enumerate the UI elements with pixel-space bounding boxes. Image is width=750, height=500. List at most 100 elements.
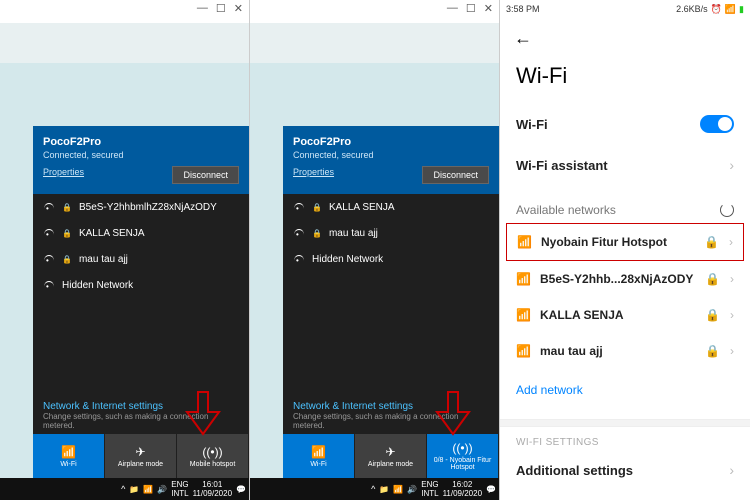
wifi-icon [43,279,55,291]
wifi-icon: 📶 [35,445,102,459]
network-settings-link[interactable]: Network & Internet settings Change setti… [33,397,249,434]
network-item[interactable]: 🔒mau tau ajj [283,220,499,246]
signal-icon: 📶 [725,4,736,15]
network-settings-link[interactable]: Network & Internet settings Change setti… [283,397,499,434]
network-item[interactable]: 🔒KALLA SENJA [283,194,499,220]
lock-icon: 🔒 [705,344,720,358]
chevron-right-icon: › [729,462,734,478]
divider [500,419,750,427]
chevron-right-icon: › [729,235,733,249]
network-row[interactable]: 📶 mau tau ajj 🔒 › [500,333,750,369]
wifi-icon: 📶 [516,272,530,286]
add-network-link[interactable]: Add network [500,369,750,411]
properties-link[interactable]: Properties [43,167,84,177]
language-indicator[interactable]: ENGINTL [421,480,438,498]
wifi-icon [293,227,305,239]
hotspot-tile[interactable]: ((•))0/8 - Nyobain Fitur Hotspot [427,434,499,478]
tray-overflow-icon[interactable]: ^ [371,484,375,494]
wifi-tile[interactable]: 📶Wi-Fi [33,434,105,478]
lock-icon: 🔒 [62,203,72,212]
windows-panel-left: —☐✕ PocoF2Pro Connected, secured Propert… [0,0,250,500]
network-item[interactable]: 🔒B5eS-Y2hhbmlhZ28xNjAzODY [33,194,249,220]
hotspot-icon: ((•)) [429,441,496,455]
taskbar[interactable]: ^ 📁 📶 🔊 ENGINTL 16:0111/09/2020 💬 [0,478,249,500]
wifi-tray-icon[interactable]: 📶 [143,485,153,494]
notification-icon[interactable]: 💬 [486,485,496,494]
lock-icon: 🔒 [705,272,720,286]
wifi-settings-header: WI-FI SETTINGS [500,427,750,450]
network-status: Connected, secured [293,150,489,160]
network-item[interactable]: 🔒mau tau ajj [33,246,249,272]
chevron-right-icon: › [730,344,734,358]
airplane-tile[interactable]: ✈Airplane mode [355,434,427,478]
connected-network[interactable]: PocoF2Pro Connected, secured Properties … [283,126,499,194]
hotspot-tile[interactable]: ((•))Mobile hotspot [177,434,249,478]
lock-icon: 🔒 [312,203,322,212]
hotspot-icon: ((•)) [179,445,246,459]
wifi-assistant-row[interactable]: Wi-Fi assistant › [500,145,750,185]
wifi-toggle[interactable] [700,115,734,133]
wifi-toggle-row[interactable]: Wi-Fi [500,103,750,145]
wifi-icon: 📶 [516,344,530,358]
tray-icon[interactable]: 📁 [129,485,139,494]
battery-icon: ▮ [739,4,744,15]
properties-link[interactable]: Properties [293,167,334,177]
network-flyout: PocoF2Pro Connected, secured Properties … [283,126,499,478]
lock-icon: 🔒 [705,308,720,322]
wifi-icon [293,253,305,265]
status-bar: 3:58 PM 2.6KB/s ⏰ 📶 ▮ [500,0,750,18]
phone-panel: 3:58 PM 2.6KB/s ⏰ 📶 ▮ ← Wi-Fi Wi-Fi Wi-F… [500,0,750,500]
wifi-tray-icon[interactable]: 📶 [393,485,403,494]
additional-settings-row[interactable]: Additional settings › [500,450,750,490]
window-controls: —☐✕ [250,0,499,23]
language-indicator[interactable]: ENGINTL [171,480,188,498]
network-row[interactable]: 📶 KALLA SENJA 🔒 › [500,297,750,333]
lock-icon: 🔒 [704,235,719,249]
status-time: 3:58 PM [506,4,540,14]
clock[interactable]: 16:0211/09/2020 [443,480,482,498]
airplane-icon: ✈ [107,445,174,459]
network-row[interactable]: 📶 B5eS-Y2hhb...28xNjAzODY 🔒 › [500,261,750,297]
network-status: Connected, secured [43,150,239,160]
network-name: PocoF2Pro [43,136,239,148]
network-item[interactable]: Hidden Network [33,272,249,298]
tray-icon[interactable]: 📁 [379,485,389,494]
clock[interactable]: 16:0111/09/2020 [193,480,232,498]
page-title: Wi-Fi [500,59,750,103]
disconnect-button[interactable]: Disconnect [172,166,239,184]
wifi-icon [43,227,55,239]
window-controls: —☐✕ [0,0,249,23]
chevron-right-icon: › [730,308,734,322]
chevron-right-icon: › [729,157,734,173]
wifi-icon [43,201,55,213]
windows-panel-middle: —☐✕ PocoF2Pro Connected, secured Propert… [250,0,500,500]
notification-icon[interactable]: 💬 [236,485,246,494]
status-speed: 2.6KB/s [676,4,708,14]
network-item[interactable]: 🔒KALLA SENJA [33,220,249,246]
taskbar[interactable]: ^ 📁 📶 🔊 ENGINTL 16:0211/09/2020 💬 [250,478,499,500]
tray-overflow-icon[interactable]: ^ [121,484,125,494]
network-name: PocoF2Pro [293,136,489,148]
wifi-icon: 📶 [516,308,530,322]
wifi-tile[interactable]: 📶Wi-Fi [283,434,355,478]
network-item[interactable]: Hidden Network [283,246,499,272]
alarm-icon: ⏰ [711,4,722,15]
available-networks-header: Available networks [500,185,750,223]
network-flyout: PocoF2Pro Connected, secured Properties … [33,126,249,478]
volume-icon[interactable]: 🔊 [407,485,417,494]
wifi-icon [43,253,55,265]
connected-network[interactable]: PocoF2Pro Connected, secured Properties … [33,126,249,194]
refresh-icon[interactable] [720,203,734,217]
network-row-highlighted[interactable]: 📶 Nyobain Fitur Hotspot 🔒 › [506,223,744,261]
chevron-right-icon: › [730,272,734,286]
airplane-tile[interactable]: ✈Airplane mode [105,434,177,478]
wifi-icon: 📶 [285,445,352,459]
wifi-icon: 📶 [517,235,531,249]
disconnect-button[interactable]: Disconnect [422,166,489,184]
lock-icon: 🔒 [312,229,322,238]
airplane-icon: ✈ [357,445,424,459]
volume-icon[interactable]: 🔊 [157,485,167,494]
back-button[interactable]: ← [500,18,750,59]
wifi-icon [293,201,305,213]
lock-icon: 🔒 [62,255,72,264]
